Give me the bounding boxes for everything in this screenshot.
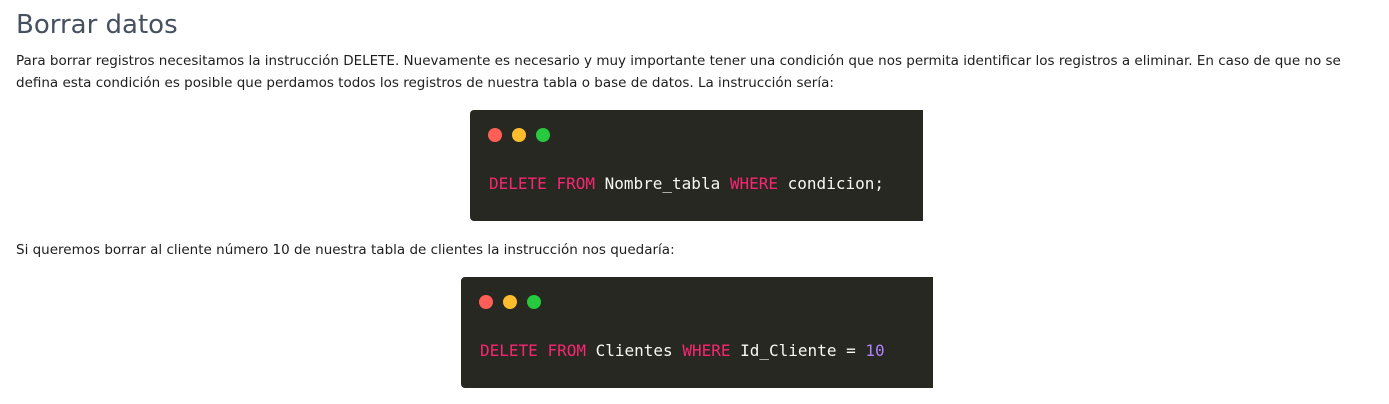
table-name: Clientes xyxy=(595,341,673,360)
code-line-delete-syntax: DELETE FROM Nombre_tabla WHERE condicion… xyxy=(489,173,884,195)
minimize-dot-icon xyxy=(503,295,517,309)
example-paragraph: Si queremos borrar al cliente número 10 … xyxy=(16,242,675,258)
keyword-where: WHERE xyxy=(682,341,731,360)
condition-text: condicion; xyxy=(787,174,884,193)
close-dot-icon xyxy=(488,128,502,142)
keyword-where: WHERE xyxy=(729,174,779,193)
operator: = xyxy=(846,341,856,360)
code-window-delete-example: DELETE FROM Clientes WHERE Id_Cliente = … xyxy=(461,277,933,388)
close-dot-icon xyxy=(479,295,493,309)
numeric-value: 10 xyxy=(865,341,885,360)
code-line-delete-example: DELETE FROM Clientes WHERE Id_Cliente = … xyxy=(480,340,885,362)
window-controls xyxy=(479,295,541,309)
minimize-dot-icon xyxy=(512,128,526,142)
intro-paragraph: Para borrar registros necesitamos la ins… xyxy=(16,53,1341,91)
keyword-from: FROM xyxy=(547,341,586,360)
column-name: Id_Cliente xyxy=(740,341,837,360)
maximize-dot-icon xyxy=(536,128,550,142)
window-controls xyxy=(488,128,550,142)
page-title: Borrar datos xyxy=(16,10,178,40)
maximize-dot-icon xyxy=(527,295,541,309)
keyword-delete: DELETE xyxy=(480,341,538,360)
code-window-delete-syntax: DELETE FROM Nombre_tabla WHERE condicion… xyxy=(470,110,923,221)
table-name: Nombre_tabla xyxy=(604,174,721,193)
keyword-from: FROM xyxy=(556,174,595,193)
keyword-delete: DELETE xyxy=(489,174,547,193)
